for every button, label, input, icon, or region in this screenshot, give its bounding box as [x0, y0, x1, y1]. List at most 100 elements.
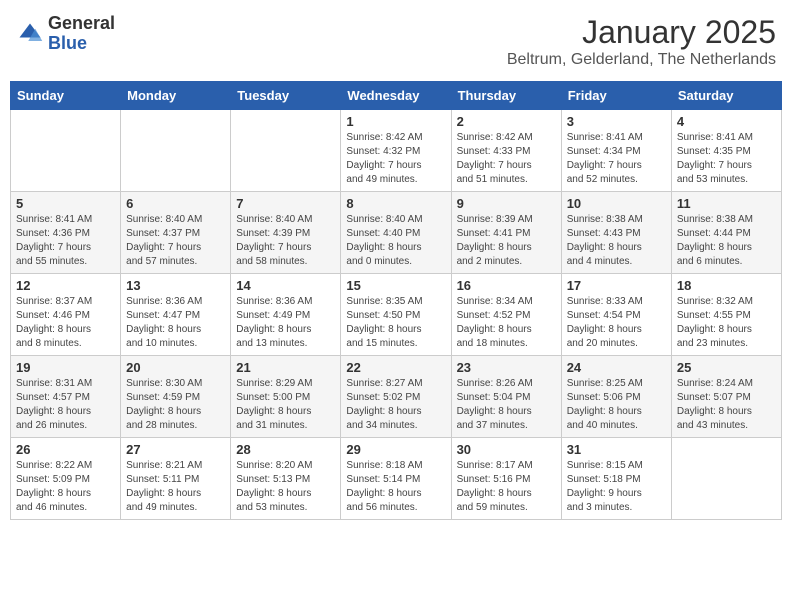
calendar-cell: 24 Sunrise: 8:25 AM Sunset: 5:06 PM Dayli…: [561, 356, 671, 438]
calendar-cell: 25Sunrise: 8:24 AM Sunset: 5:07 PM Dayli…: [671, 356, 781, 438]
calendar-cell: 29 Sunrise: 8:18 AM Sunset: 5:14 PM Dayli…: [341, 438, 451, 520]
day-info: Sunrise: 8:41 AM Sunset: 4:35 PM Dayligh…: [677, 131, 776, 187]
calendar-cell: 4 Sunrise: 8:41 AM Sunset: 4:35 PM Daylig…: [671, 110, 781, 192]
calendar-cell: 26Sunrise: 8:22 AM Sunset: 5:09 PM Dayli…: [11, 438, 121, 520]
day-number: 6: [126, 196, 225, 211]
day-number: 22: [346, 360, 445, 375]
day-number: 18: [677, 278, 776, 293]
calendar-cell: 19Sunrise: 8:31 AM Sunset: 4:57 PM Dayli…: [11, 356, 121, 438]
title-block: January 2025 Beltrum, Gelderland, The Ne…: [507, 14, 776, 69]
day-info: Sunrise: 8:41 AM Sunset: 4:36 PM Dayligh…: [16, 213, 115, 269]
calendar-cell: 18 Sunrise: 8:32 AM Sunset: 4:55 PM Dayli…: [671, 274, 781, 356]
day-number: 21: [236, 360, 335, 375]
day-info: Sunrise: 8:38 AM Sunset: 4:43 PM Dayligh…: [567, 213, 666, 269]
day-number: 27: [126, 442, 225, 457]
logo-general-text: General: [48, 14, 115, 34]
calendar-cell: 31Sunrise: 8:15 AM Sunset: 5:18 PM Dayli…: [561, 438, 671, 520]
day-number: 28: [236, 442, 335, 457]
day-info: Sunrise: 8:38 AM Sunset: 4:44 PM Dayligh…: [677, 213, 776, 269]
day-number: 12: [16, 278, 115, 293]
day-info: Sunrise: 8:18 AM Sunset: 5:14 PM Dayligh…: [346, 459, 445, 515]
calendar-cell: [11, 110, 121, 192]
day-info: Sunrise: 8:21 AM Sunset: 5:11 PM Dayligh…: [126, 459, 225, 515]
calendar-cell: 14Sunrise: 8:36 AM Sunset: 4:49 PM Dayli…: [231, 274, 341, 356]
day-number: 10: [567, 196, 666, 211]
calendar-subtitle: Beltrum, Gelderland, The Netherlands: [507, 51, 776, 69]
day-info: Sunrise: 8:42 AM Sunset: 4:33 PM Dayligh…: [457, 131, 556, 187]
day-info: Sunrise: 8:34 AM Sunset: 4:52 PM Dayligh…: [457, 295, 556, 351]
day-number: 16: [457, 278, 556, 293]
day-info: Sunrise: 8:26 AM Sunset: 5:04 PM Dayligh…: [457, 377, 556, 433]
day-number: 17: [567, 278, 666, 293]
calendar-cell: 17 Sunrise: 8:33 AM Sunset: 4:54 PM Dayli…: [561, 274, 671, 356]
weekday-header: Monday: [121, 82, 231, 110]
weekday-header: Friday: [561, 82, 671, 110]
day-info: Sunrise: 8:32 AM Sunset: 4:55 PM Dayligh…: [677, 295, 776, 351]
calendar-cell: 16 Sunrise: 8:34 AM Sunset: 4:52 PM Dayli…: [451, 274, 561, 356]
day-info: Sunrise: 8:25 AM Sunset: 5:06 PM Dayligh…: [567, 377, 666, 433]
day-number: 13: [126, 278, 225, 293]
calendar-cell: 10 Sunrise: 8:38 AM Sunset: 4:43 PM Dayli…: [561, 192, 671, 274]
day-number: 29: [346, 442, 445, 457]
day-number: 4: [677, 114, 776, 129]
day-number: 23: [457, 360, 556, 375]
day-number: 1: [346, 114, 445, 129]
weekday-header: Saturday: [671, 82, 781, 110]
logo: General Blue: [16, 14, 115, 54]
calendar-cell: 13Sunrise: 8:36 AM Sunset: 4:47 PM Dayli…: [121, 274, 231, 356]
day-number: 9: [457, 196, 556, 211]
calendar-week-row: 19Sunrise: 8:31 AM Sunset: 4:57 PM Dayli…: [11, 356, 782, 438]
calendar-cell: [121, 110, 231, 192]
calendar-table: SundayMondayTuesdayWednesdayThursdayFrid…: [10, 81, 782, 520]
weekday-header: Tuesday: [231, 82, 341, 110]
day-info: Sunrise: 8:37 AM Sunset: 4:46 PM Dayligh…: [16, 295, 115, 351]
calendar-cell: 22 Sunrise: 8:27 AM Sunset: 5:02 PM Dayli…: [341, 356, 451, 438]
day-number: 5: [16, 196, 115, 211]
calendar-week-row: 5 Sunrise: 8:41 AM Sunset: 4:36 PM Daylig…: [11, 192, 782, 274]
day-number: 20: [126, 360, 225, 375]
calendar-week-row: 26Sunrise: 8:22 AM Sunset: 5:09 PM Dayli…: [11, 438, 782, 520]
calendar-cell: 3Sunrise: 8:41 AM Sunset: 4:34 PM Daylig…: [561, 110, 671, 192]
calendar-cell: 6Sunrise: 8:40 AM Sunset: 4:37 PM Daylig…: [121, 192, 231, 274]
calendar-cell: 2 Sunrise: 8:42 AM Sunset: 4:33 PM Daylig…: [451, 110, 561, 192]
calendar-cell: [671, 438, 781, 520]
calendar-cell: 11Sunrise: 8:38 AM Sunset: 4:44 PM Dayli…: [671, 192, 781, 274]
calendar-cell: 12 Sunrise: 8:37 AM Sunset: 4:46 PM Dayli…: [11, 274, 121, 356]
day-number: 26: [16, 442, 115, 457]
weekday-header: Sunday: [11, 82, 121, 110]
day-number: 19: [16, 360, 115, 375]
day-number: 24: [567, 360, 666, 375]
day-info: Sunrise: 8:42 AM Sunset: 4:32 PM Dayligh…: [346, 131, 445, 187]
calendar-cell: 15Sunrise: 8:35 AM Sunset: 4:50 PM Dayli…: [341, 274, 451, 356]
calendar-cell: 30Sunrise: 8:17 AM Sunset: 5:16 PM Dayli…: [451, 438, 561, 520]
logo-icon: [16, 20, 44, 48]
calendar-cell: [231, 110, 341, 192]
day-info: Sunrise: 8:35 AM Sunset: 4:50 PM Dayligh…: [346, 295, 445, 351]
day-info: Sunrise: 8:27 AM Sunset: 5:02 PM Dayligh…: [346, 377, 445, 433]
weekday-header: Wednesday: [341, 82, 451, 110]
day-number: 14: [236, 278, 335, 293]
calendar-week-row: 12 Sunrise: 8:37 AM Sunset: 4:46 PM Dayli…: [11, 274, 782, 356]
day-info: Sunrise: 8:41 AM Sunset: 4:34 PM Dayligh…: [567, 131, 666, 187]
day-info: Sunrise: 8:40 AM Sunset: 4:39 PM Dayligh…: [236, 213, 335, 269]
day-info: Sunrise: 8:33 AM Sunset: 4:54 PM Dayligh…: [567, 295, 666, 351]
weekday-header: Thursday: [451, 82, 561, 110]
calendar-cell: 20 Sunrise: 8:30 AM Sunset: 4:59 PM Dayli…: [121, 356, 231, 438]
calendar-week-row: 1 Sunrise: 8:42 AM Sunset: 4:32 PM Daylig…: [11, 110, 782, 192]
day-number: 2: [457, 114, 556, 129]
day-info: Sunrise: 8:30 AM Sunset: 4:59 PM Dayligh…: [126, 377, 225, 433]
day-info: Sunrise: 8:15 AM Sunset: 5:18 PM Dayligh…: [567, 459, 666, 515]
calendar-cell: 28 Sunrise: 8:20 AM Sunset: 5:13 PM Dayli…: [231, 438, 341, 520]
logo-blue-text: Blue: [48, 34, 115, 54]
day-number: 7: [236, 196, 335, 211]
day-number: 8: [346, 196, 445, 211]
day-info: Sunrise: 8:39 AM Sunset: 4:41 PM Dayligh…: [457, 213, 556, 269]
page-header: General Blue January 2025 Beltrum, Gelde…: [10, 10, 782, 73]
day-info: Sunrise: 8:24 AM Sunset: 5:07 PM Dayligh…: [677, 377, 776, 433]
calendar-cell: 21 Sunrise: 8:29 AM Sunset: 5:00 PM Dayli…: [231, 356, 341, 438]
day-info: Sunrise: 8:20 AM Sunset: 5:13 PM Dayligh…: [236, 459, 335, 515]
weekday-header-row: SundayMondayTuesdayWednesdayThursdayFrid…: [11, 82, 782, 110]
calendar-cell: 8Sunrise: 8:40 AM Sunset: 4:40 PM Daylig…: [341, 192, 451, 274]
day-info: Sunrise: 8:29 AM Sunset: 5:00 PM Dayligh…: [236, 377, 335, 433]
calendar-cell: 5 Sunrise: 8:41 AM Sunset: 4:36 PM Daylig…: [11, 192, 121, 274]
